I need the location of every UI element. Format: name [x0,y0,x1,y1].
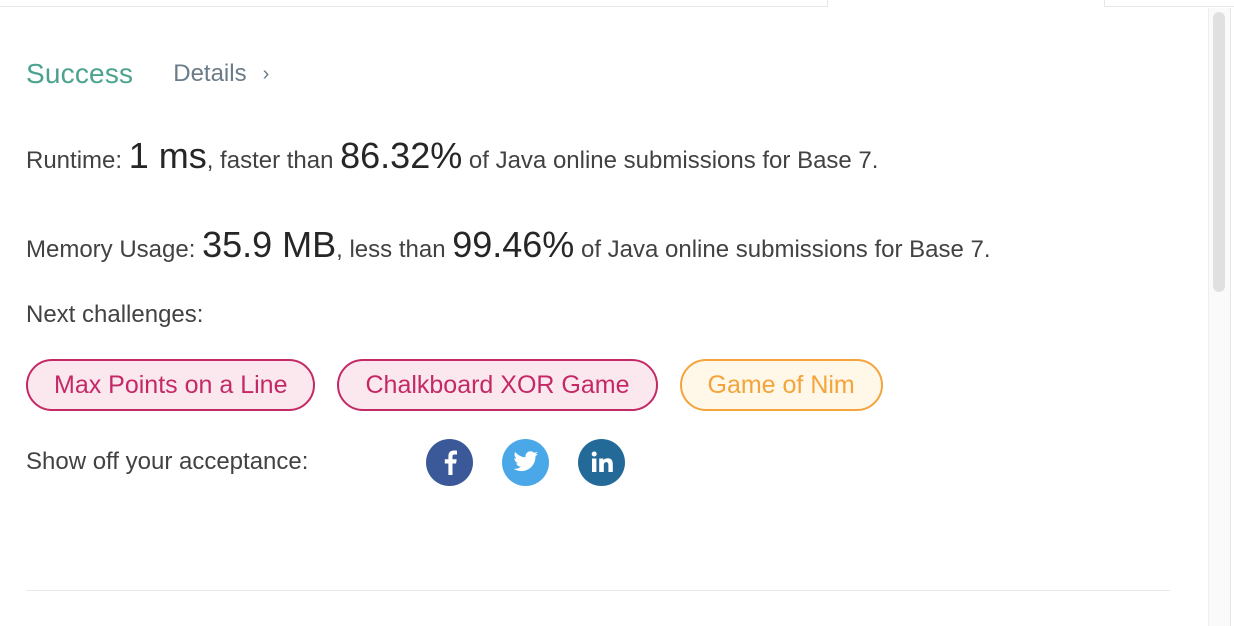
runtime-suffix: of Java online submissions for Base 7. [462,147,879,174]
twitter-icon[interactable] [502,438,549,486]
runtime-value: 1 ms [128,135,207,176]
share-label: Show off your acceptance: [26,448,309,475]
tab-strip-border-right [1105,6,1234,7]
memory-percent: 99.46% [452,224,575,265]
challenge-chip-game-of-nim[interactable]: Game of Nim [679,359,883,411]
result-content: Success Details › Runtime: 1 ms, faster … [26,50,1176,487]
tab-divider-left [827,0,828,7]
submission-result-panel: Success Details › Runtime: 1 ms, faster … [0,0,1234,626]
result-header: Success Details › [26,50,1176,98]
details-label: Details [173,60,247,87]
status-label: Success [26,58,134,89]
share-row: Show off your acceptance: [26,437,1176,487]
memory-suffix: of Java online submissions for Base 7. [574,236,991,263]
memory-prefix: Memory Usage: [26,236,203,263]
chevron-right-icon: › [262,62,270,85]
memory-middle: , less than [336,236,453,263]
linkedin-icon[interactable] [578,438,625,486]
details-link[interactable]: Details › [173,60,269,88]
runtime-line: Runtime: 1 ms, faster than 86.32% of Jav… [26,135,1176,182]
facebook-icon[interactable] [426,438,473,486]
scrollbar-thumb[interactable] [1213,12,1225,292]
memory-value: 35.9 MB [202,224,337,265]
runtime-middle: , faster than [206,147,341,174]
runtime-prefix: Runtime: [26,147,129,174]
next-challenges-list: Max Points on a Line Chalkboard XOR Game… [26,359,1176,411]
tab-strip-border-left [0,6,828,7]
section-divider [26,590,1170,591]
panel-right-edge [1230,8,1231,626]
runtime-percent: 86.32% [340,135,463,176]
next-challenges-label: Next challenges: [26,301,204,328]
challenge-chip-chalkboard-xor[interactable]: Chalkboard XOR Game [337,359,658,411]
challenge-chip-max-points[interactable]: Max Points on a Line [26,359,316,411]
memory-line: Memory Usage: 35.9 MB, less than 99.46% … [26,224,1156,271]
